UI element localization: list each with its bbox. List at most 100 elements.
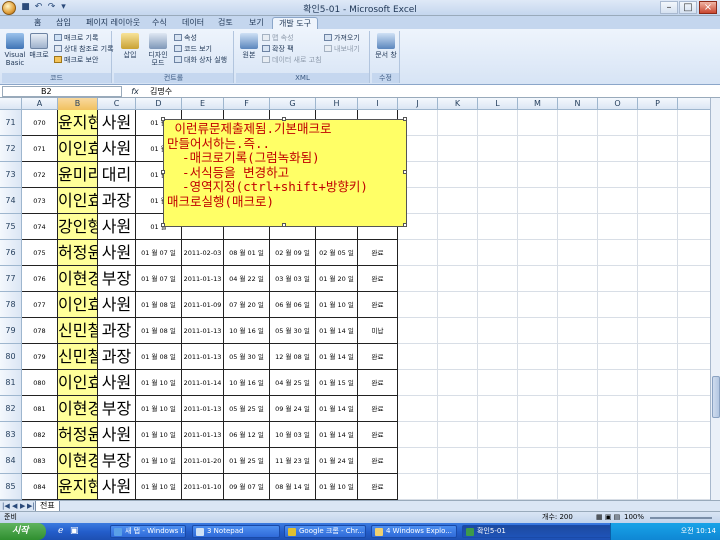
cell-f[interactable]: 06 월 12 일 bbox=[224, 422, 270, 448]
cell-e[interactable]: 2011-01-13 bbox=[182, 266, 224, 292]
cell-g[interactable]: 10 월 03 일 bbox=[270, 422, 316, 448]
resize-handle[interactable] bbox=[161, 170, 165, 174]
row-header[interactable]: 72 bbox=[0, 136, 22, 162]
row-header[interactable]: 84 bbox=[0, 448, 22, 474]
vertical-scrollbar[interactable] bbox=[710, 98, 720, 500]
cell-g[interactable]: 12 월 08 일 bbox=[270, 344, 316, 370]
cell-e[interactable]: 2011-01-20 bbox=[182, 448, 224, 474]
cell-c[interactable]: 사원 bbox=[98, 110, 136, 136]
cell-a[interactable]: 082 bbox=[22, 422, 58, 448]
cell-e[interactable]: 2011-01-13 bbox=[182, 422, 224, 448]
row-header[interactable]: 80 bbox=[0, 344, 22, 370]
cell-c[interactable]: 과장 bbox=[98, 188, 136, 214]
row-header[interactable]: 78 bbox=[0, 292, 22, 318]
column-header-f[interactable]: F bbox=[224, 98, 270, 110]
task-notepad[interactable]: 3 Notepad bbox=[192, 525, 280, 538]
cell-b[interactable]: 이인효 bbox=[58, 188, 98, 214]
cell-f[interactable]: 07 월 20 일 bbox=[224, 292, 270, 318]
map-properties-button[interactable]: 맵 속성 bbox=[262, 33, 294, 43]
import-button[interactable]: 가져오기 bbox=[324, 33, 360, 43]
resize-handle[interactable] bbox=[403, 117, 407, 121]
ie-quicklaunch-icon[interactable]: ℯ bbox=[58, 526, 63, 536]
start-button[interactable]: 시작 bbox=[0, 523, 46, 540]
task-explorer[interactable]: 4 Windows Explo... bbox=[371, 525, 457, 538]
cell-d[interactable]: 01 월 08 일 bbox=[136, 318, 182, 344]
cell-e[interactable]: 2011-02-03 bbox=[182, 240, 224, 266]
cell-a[interactable]: 078 bbox=[22, 318, 58, 344]
column-header-n[interactable]: N bbox=[558, 98, 598, 110]
cell-h[interactable]: 02 월 05 일 bbox=[316, 240, 358, 266]
macro-security-button[interactable]: 매크로 보안 bbox=[54, 55, 98, 65]
cell-a[interactable]: 081 bbox=[22, 396, 58, 422]
cell-b[interactable]: 허정윤 bbox=[58, 422, 98, 448]
cell-d[interactable]: 01 월 10 일 bbox=[136, 396, 182, 422]
tab-formulas[interactable]: 수식 bbox=[146, 17, 173, 29]
cell-h[interactable]: 01 월 10 일 bbox=[316, 292, 358, 318]
properties-button[interactable]: 속성 bbox=[174, 33, 197, 43]
cell-i[interactable]: 완료 bbox=[358, 422, 398, 448]
row-header[interactable]: 77 bbox=[0, 266, 22, 292]
tab-insert[interactable]: 삽입 bbox=[50, 17, 77, 29]
column-header-a[interactable]: A bbox=[22, 98, 58, 110]
export-button[interactable]: 내보내기 bbox=[324, 44, 360, 54]
cell-g[interactable]: 04 월 25 일 bbox=[270, 370, 316, 396]
cell-i[interactable]: 완료 bbox=[358, 266, 398, 292]
refresh-data-button[interactable]: 데이터 새로 고침 bbox=[262, 55, 322, 65]
cell-d[interactable]: 01 월 10 일 bbox=[136, 422, 182, 448]
cell-g[interactable]: 02 월 09 일 bbox=[270, 240, 316, 266]
insert-control-button[interactable]: 삽입 bbox=[118, 33, 142, 59]
cell-c[interactable]: 사원 bbox=[98, 240, 136, 266]
macro-button[interactable]: 매크로 bbox=[28, 33, 50, 59]
tab-view[interactable]: 보기 bbox=[243, 17, 270, 29]
tab-data[interactable]: 데이터 bbox=[176, 17, 210, 29]
cell-c[interactable]: 부장 bbox=[98, 396, 136, 422]
cell-f[interactable]: 04 월 22 일 bbox=[224, 266, 270, 292]
next-sheet-icon[interactable]: ▶ bbox=[20, 502, 25, 510]
cell-c[interactable]: 사원 bbox=[98, 422, 136, 448]
maximize-button[interactable]: □ bbox=[679, 1, 697, 14]
name-box[interactable]: B2 bbox=[2, 86, 122, 97]
cell-b[interactable]: 윤지현 bbox=[58, 474, 98, 500]
cell-a[interactable]: 076 bbox=[22, 266, 58, 292]
cell-b[interactable]: 이인효 bbox=[58, 370, 98, 396]
cell-e[interactable]: 2011-01-14 bbox=[182, 370, 224, 396]
cell-e[interactable]: 2011-01-09 bbox=[182, 292, 224, 318]
cell-d[interactable]: 01 월 07 일 bbox=[136, 240, 182, 266]
view-buttons[interactable]: ▦ ▣ ▤ bbox=[596, 512, 620, 523]
cell-c[interactable]: 대리 bbox=[98, 162, 136, 188]
xml-source-button[interactable]: 원본 bbox=[239, 33, 259, 59]
cell-d[interactable]: 01 월 07 일 bbox=[136, 266, 182, 292]
formula-input[interactable]: 김명수 bbox=[150, 86, 172, 97]
cell-i[interactable]: 완료 bbox=[358, 344, 398, 370]
cell-e[interactable]: 2011-01-13 bbox=[182, 344, 224, 370]
cell-d[interactable]: 01 월 10 일 bbox=[136, 474, 182, 500]
cell-i[interactable]: 완료 bbox=[358, 448, 398, 474]
cell-f[interactable]: 05 월 25 일 bbox=[224, 396, 270, 422]
cell-c[interactable]: 사원 bbox=[98, 292, 136, 318]
resize-handle[interactable] bbox=[282, 223, 286, 227]
desktop-quicklaunch-icon[interactable]: ▣ bbox=[70, 526, 79, 536]
task-internet-explorer[interactable]: 새 탭 - Windows I... bbox=[110, 525, 186, 538]
doc-panel-button[interactable]: 문서 창 bbox=[375, 33, 397, 59]
row-header[interactable]: 71 bbox=[0, 110, 22, 136]
cell-b[interactable]: 이인효 bbox=[58, 292, 98, 318]
cell-i[interactable]: 완료 bbox=[358, 396, 398, 422]
cell-a[interactable]: 072 bbox=[22, 162, 58, 188]
cell-d[interactable]: 01 월 10 일 bbox=[136, 448, 182, 474]
clock[interactable]: 오전 10:14 bbox=[681, 527, 716, 535]
cell-e[interactable]: 2011-01-10 bbox=[182, 474, 224, 500]
fx-icon[interactable]: fx bbox=[128, 85, 142, 98]
cell-b[interactable]: 이현경 bbox=[58, 448, 98, 474]
cell-h[interactable]: 01 월 14 일 bbox=[316, 396, 358, 422]
cell-c[interactable]: 사원 bbox=[98, 136, 136, 162]
cell-i[interactable]: 완료 bbox=[358, 292, 398, 318]
column-header-m[interactable]: M bbox=[518, 98, 558, 110]
column-header-o[interactable]: O bbox=[598, 98, 638, 110]
cell-f[interactable]: 10 월 16 일 bbox=[224, 370, 270, 396]
cell-g[interactable]: 08 월 14 일 bbox=[270, 474, 316, 500]
cell-d[interactable]: 01 월 10 일 bbox=[136, 370, 182, 396]
task-chrome[interactable]: Google 크롬 - Chr... bbox=[284, 525, 366, 538]
cell-h[interactable]: 01 월 24 일 bbox=[316, 448, 358, 474]
expansion-pack-button[interactable]: 확장 팩 bbox=[262, 44, 294, 54]
cell-b[interactable]: 신민철 bbox=[58, 318, 98, 344]
